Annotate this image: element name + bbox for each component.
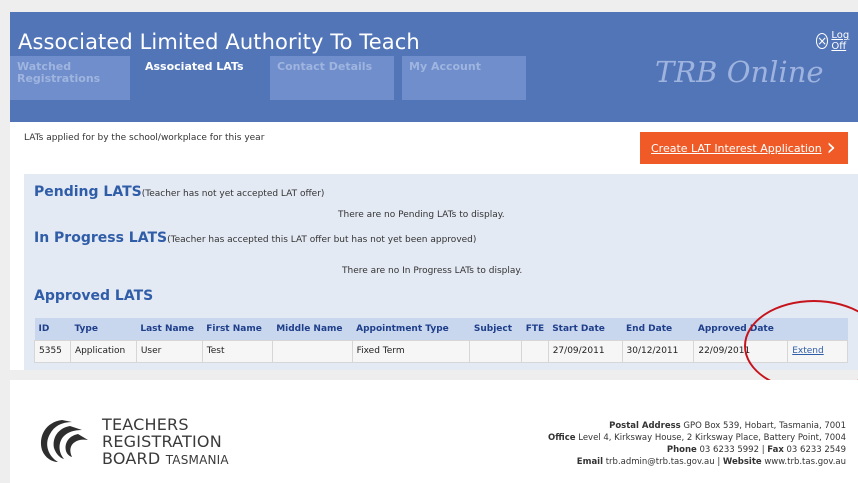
in-progress-lats-subtitle: (Teacher has accepted this LAT offer but… — [167, 235, 477, 245]
cell-fte — [521, 339, 549, 363]
create-button-label: Create LAT Interest Application — [651, 141, 822, 155]
create-lat-interest-button[interactable]: Create LAT Interest Application › — [640, 132, 848, 164]
tab-associated-lats[interactable]: Associated LATs — [138, 56, 262, 100]
tab-my-account[interactable]: My Account — [402, 56, 526, 100]
column-header-fte: FTE — [521, 318, 549, 340]
trb-swirl-logo-icon — [40, 420, 88, 462]
tab-label: Contact Details — [277, 60, 373, 73]
in-progress-empty-message: There are no In Progress LATs to display… — [342, 266, 523, 276]
table-row: 5355 Application User Test Fixed Term 27… — [34, 339, 848, 363]
footer: TEACHERS REGISTRATION BOARD TASMANIA Pos… — [10, 380, 858, 483]
column-header-last-name: Last Name — [136, 318, 203, 340]
tab-contact-details[interactable]: Contact Details — [270, 56, 394, 100]
cell-last-name: User — [135, 339, 203, 363]
chevron-right-icon: › — [826, 133, 836, 161]
cell-middle-name — [271, 339, 353, 363]
logoff-label: Log Off — [831, 30, 850, 52]
tab-label-line2: Registrations — [17, 72, 101, 85]
tab-label: Associated LATs — [145, 60, 244, 73]
main-content: LATs applied for by the school/workplace… — [10, 122, 858, 370]
tab-watched-registrations[interactable]: Watched Registrations — [10, 56, 130, 100]
cell-start-date: 27/09/2011 — [547, 339, 623, 363]
intro-text: LATs applied for by the school/workplace… — [24, 133, 265, 143]
approved-lats-heading: Approved LATS — [34, 288, 154, 304]
in-progress-lats-heading: In Progress LATS(Teacher has accepted th… — [34, 230, 477, 246]
approved-lats-table: ID Type Last Name First Name Middle Name… — [34, 318, 848, 363]
lats-panel: Pending LATS(Teacher has not yet accepte… — [24, 174, 858, 370]
brand-logo: TRB Online — [655, 55, 824, 89]
cell-type: Application — [69, 339, 137, 363]
column-header-type: Type — [70, 318, 137, 340]
column-header-appointment-type: Appointment Type — [352, 318, 470, 340]
table-header-row: ID Type Last Name First Name Middle Name… — [34, 318, 848, 340]
column-header-middle-name: Middle Name — [272, 318, 353, 340]
column-header-start-date: Start Date — [548, 318, 623, 340]
pending-lats-heading: Pending LATS(Teacher has not yet accepte… — [34, 184, 325, 200]
page-title: Associated Limited Authority To Teach — [18, 30, 420, 54]
logoff-link[interactable]: × Log Off — [816, 30, 858, 52]
column-header-first-name: First Name — [202, 318, 273, 340]
column-header-subject: Subject — [469, 318, 522, 340]
tab-label: My Account — [409, 60, 481, 73]
cell-appointment-type: Fixed Term — [351, 339, 471, 363]
footer-org-name: TEACHERS REGISTRATION BOARD TASMANIA — [102, 415, 229, 468]
cell-end-date: 30/12/2011 — [621, 339, 695, 363]
column-header-id: ID — [34, 318, 71, 340]
close-circle-icon: × — [816, 33, 829, 49]
cell-id: 5355 — [34, 339, 71, 363]
column-header-end-date: End Date — [622, 318, 694, 340]
pending-empty-message: There are no Pending LATs to display. — [338, 210, 505, 220]
cell-first-name: Test — [201, 339, 273, 363]
pending-lats-subtitle: (Teacher has not yet accepted LAT offer) — [141, 189, 325, 199]
cell-subject — [469, 339, 523, 363]
footer-contact-info: Postal Address GPO Box 539, Hobart, Tasm… — [548, 421, 846, 467]
